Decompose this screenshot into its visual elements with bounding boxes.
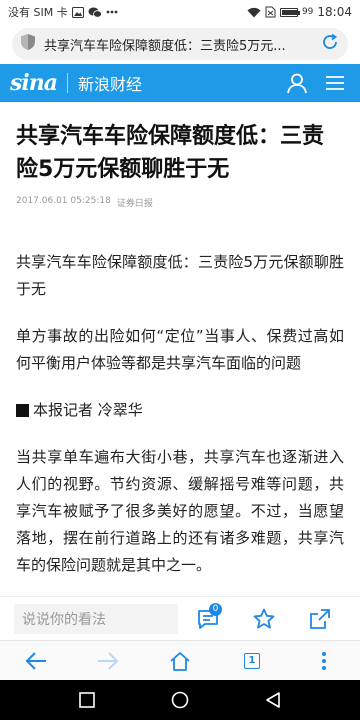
- site-info-shield-icon[interactable]: [20, 33, 36, 55]
- comment-count-badge: 0: [209, 602, 222, 616]
- back-button[interactable]: [16, 643, 56, 679]
- sina-logo[interactable]: sina: [10, 70, 58, 96]
- square-bullet-icon: [16, 404, 29, 417]
- comments-button[interactable]: 0: [192, 602, 224, 635]
- reporter-name: 本报记者 冷翠华: [33, 401, 143, 419]
- battery-icon: [279, 7, 300, 17]
- article-paragraph: 共享汽车车险保障额度低：三责险5万元保额聊胜于无: [16, 253, 344, 298]
- wifi-icon: [247, 7, 261, 18]
- battery-level-text: 99: [301, 7, 314, 17]
- site-header: sina 新浪财经: [0, 64, 360, 102]
- more-menu-button[interactable]: [304, 643, 344, 679]
- share-icon: [310, 608, 330, 629]
- tab-count: 1: [244, 652, 260, 669]
- more-vertical-icon: [322, 651, 326, 670]
- wechat-icon: [88, 7, 102, 18]
- article-headline: 共享汽车车险保障额度低：三责险5万元保额聊胜于无: [16, 124, 325, 182]
- home-button[interactable]: [160, 643, 200, 679]
- carrier-text: 没有 SIM 卡: [8, 6, 68, 19]
- article-paragraph: 单方事故的出险如何“定位”当事人、保费过高如何平衡用户体验等都是共享汽车面临的问…: [16, 327, 344, 372]
- browser-navigation: 1: [0, 640, 360, 680]
- back-triangle-icon: [266, 692, 281, 708]
- tabs-button[interactable]: 1: [232, 643, 272, 679]
- back-arrow-icon: [25, 651, 46, 670]
- star-icon: [253, 608, 275, 628]
- article-meta: 2017.06.01 05:25:18 证券日报: [16, 196, 344, 209]
- comment-bar: 说说你的看法 0: [0, 596, 360, 640]
- forward-button[interactable]: [88, 643, 128, 679]
- home-circle-icon: [171, 691, 189, 709]
- system-back-button[interactable]: [253, 680, 293, 720]
- no-sim-icon: [265, 6, 276, 18]
- system-home-button[interactable]: [160, 680, 200, 720]
- header-divider: [67, 73, 68, 93]
- image-notification-icon: [71, 6, 84, 18]
- user-account-icon[interactable]: [282, 68, 312, 98]
- favorite-button[interactable]: [248, 603, 280, 635]
- comment-input[interactable]: 说说你的看法: [14, 603, 178, 634]
- recents-button[interactable]: [67, 680, 107, 720]
- forward-arrow-icon: [98, 651, 119, 670]
- system-navigation-bar: [0, 680, 360, 720]
- home-icon: [170, 651, 190, 671]
- share-button[interactable]: [304, 603, 336, 635]
- status-bar: 没有 SIM 卡 99 18:04: [0, 0, 360, 24]
- article-date: 2017.06.01 05:25:18: [16, 196, 111, 206]
- recents-square-icon: [78, 692, 95, 708]
- address-bar[interactable]: 共享汽车车险保障额度低：三责险5万元...: [12, 28, 348, 60]
- address-bar-container: 共享汽车车险保障额度低：三责险5万元...: [0, 24, 360, 64]
- menu-icon[interactable]: [320, 68, 350, 98]
- article-source[interactable]: 证券日报: [117, 196, 153, 209]
- article: 共享汽车车险保障额度低：三责险5万元保额聊胜于无 2017.06.01 05:2…: [0, 120, 360, 579]
- page-title-url[interactable]: 共享汽车车险保障额度低：三责险5万元...: [44, 35, 312, 54]
- article-body: 当共享单车遍布大街小巷，共享汽车也逐渐进入人们的视野。节约资源、缓解摇号难等问题…: [16, 448, 344, 574]
- refresh-icon[interactable]: [320, 32, 340, 56]
- more-notifications-icon: [106, 10, 118, 14]
- reporter-line: 本报记者 冷翠华: [16, 397, 344, 424]
- channel-name[interactable]: 新浪财经: [78, 71, 274, 95]
- clock-time: 18:04: [317, 5, 352, 19]
